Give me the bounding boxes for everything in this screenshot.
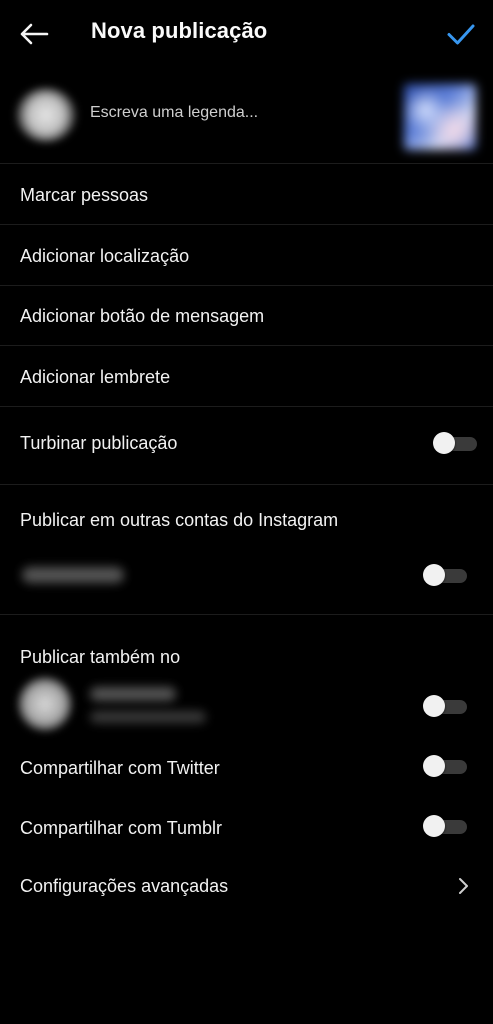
back-button[interactable] xyxy=(16,16,52,52)
boost-post-toggle[interactable] xyxy=(433,431,477,455)
chevron-right-icon xyxy=(459,878,468,894)
share-tumblr-item[interactable]: Compartilhar com Tumblr xyxy=(0,796,493,856)
add-message-button-label: Adicionar botão de mensagem xyxy=(20,306,265,326)
linked-account-detail xyxy=(90,711,206,723)
share-twitter-item[interactable]: Compartilhar com Twitter xyxy=(0,740,493,796)
other-accounts-section: Publicar em outras contas do Instagram xyxy=(0,485,493,615)
tumblr-toggle[interactable] xyxy=(423,814,467,838)
share-tumblr-label: Compartilhar com Tumblr xyxy=(20,818,223,838)
tag-people-item[interactable]: Marcar pessoas xyxy=(0,165,493,225)
advanced-settings-label: Configurações avançadas xyxy=(20,876,229,896)
linked-account-avatar xyxy=(18,677,72,731)
page-title: Nova publicação xyxy=(91,18,268,43)
post-thumbnail xyxy=(404,84,476,150)
advanced-settings-item[interactable]: Configurações avançadas xyxy=(0,856,493,916)
other-account-username xyxy=(22,567,124,583)
also-post-title: Publicar também no xyxy=(20,647,181,667)
tag-people-label: Marcar pessoas xyxy=(20,185,149,205)
check-icon xyxy=(447,24,475,45)
top-bar: Nova publicação xyxy=(0,0,493,66)
arrow-left-icon xyxy=(20,23,49,45)
share-twitter-label: Compartilhar com Twitter xyxy=(20,758,220,778)
toggle-knob xyxy=(433,432,455,454)
caption-section xyxy=(0,66,493,164)
boost-post-label: Turbinar publicação xyxy=(20,433,178,453)
add-reminder-label: Adicionar lembrete xyxy=(20,367,171,387)
twitter-toggle[interactable] xyxy=(423,754,467,778)
also-post-section: Publicar também no xyxy=(0,615,493,740)
profile-avatar xyxy=(16,88,76,142)
add-location-item[interactable]: Adicionar localização xyxy=(0,225,493,286)
toggle-knob xyxy=(423,695,445,717)
add-location-label: Adicionar localização xyxy=(20,246,190,266)
toggle-knob xyxy=(423,564,445,586)
share-confirm-button[interactable] xyxy=(441,14,481,54)
add-message-button-item[interactable]: Adicionar botão de mensagem xyxy=(0,286,493,346)
toggle-knob xyxy=(423,815,445,837)
toggle-knob xyxy=(423,755,445,777)
caption-input[interactable] xyxy=(90,104,380,122)
facebook-toggle[interactable] xyxy=(423,694,467,718)
other-accounts-title: Publicar em outras contas do Instagram xyxy=(20,510,339,530)
add-reminder-item[interactable]: Adicionar lembrete xyxy=(0,346,493,407)
linked-account-name xyxy=(90,687,176,701)
boost-post-item[interactable]: Turbinar publicação xyxy=(0,407,493,485)
other-account-toggle[interactable] xyxy=(423,563,467,587)
